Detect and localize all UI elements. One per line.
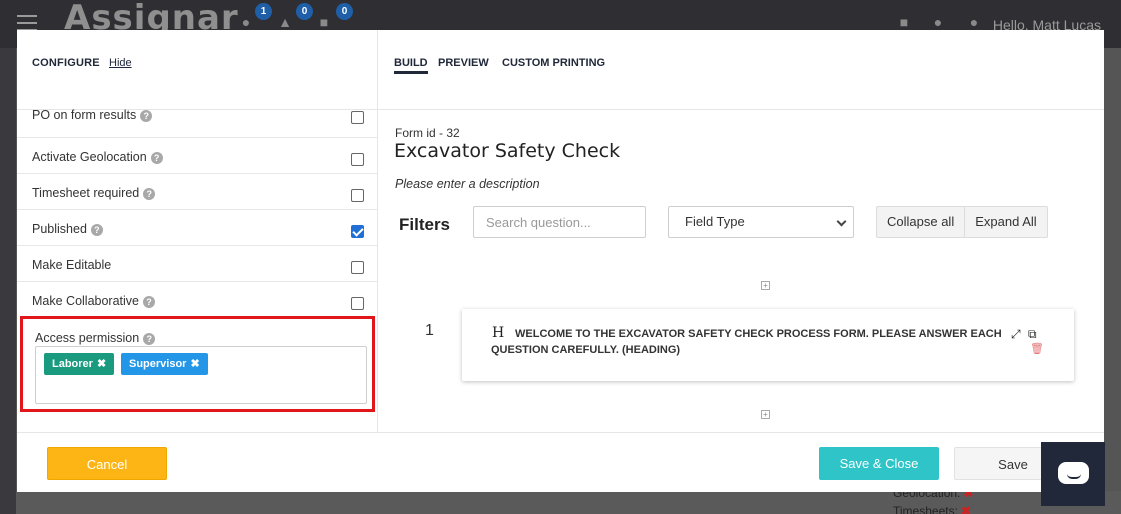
avatar-icon[interactable]: ●	[966, 14, 982, 30]
question-number: 1	[425, 322, 434, 339]
box-icon[interactable]: ▲	[277, 14, 293, 30]
notification-badge: 0	[336, 3, 353, 20]
setting-label: Make Editable	[32, 258, 112, 272]
collapse-all-button[interactable]: Collapse all	[877, 207, 964, 237]
help-icon[interactable]: ?	[90, 224, 103, 236]
help-icon[interactable]: ?	[143, 188, 156, 200]
geolocation-checkbox[interactable]	[351, 153, 364, 166]
setting-make-collaborative: Make Collaborative?	[17, 282, 378, 318]
bg-timesheets: Timesheets: ✖	[893, 504, 971, 514]
tag-supervisor: Supervisor ✖	[121, 353, 208, 375]
collapse-expand-group: Collapse all Expand All	[876, 206, 1048, 238]
access-permission-label: Access permission?	[35, 331, 156, 345]
form-description[interactable]: Please enter a description	[395, 177, 540, 191]
setting-activate-geolocation: Activate Geolocation?	[17, 138, 378, 174]
help-icon[interactable]: ?	[140, 110, 153, 122]
configure-title: CONFIGURE	[32, 57, 100, 69]
help-icon[interactable]: ?	[150, 152, 163, 164]
expand-icon[interactable]: ⤢	[1011, 327, 1021, 342]
setting-label: Make Collaborative?	[32, 294, 155, 308]
configure-header: CONFIGURE Hide	[17, 30, 377, 110]
form-title[interactable]: Excavator Safety Check	[394, 140, 620, 162]
expand-all-button[interactable]: Expand All	[964, 207, 1046, 237]
setting-published: Published?	[17, 210, 378, 246]
tag-laborer: Laborer ✖	[44, 353, 115, 375]
search-question-input[interactable]	[473, 206, 646, 238]
notification-badge: 1	[255, 3, 272, 20]
editable-checkbox[interactable]	[351, 261, 364, 274]
cancel-button[interactable]: Cancel	[47, 447, 167, 480]
setting-label: Published?	[32, 222, 103, 236]
builder-header: BUILD PREVIEW CUSTOM PRINTING	[378, 30, 1104, 110]
setting-po-on-form-results: PO on form results?	[17, 102, 378, 138]
hide-link[interactable]: Hide	[109, 57, 132, 69]
help-icon[interactable]: ?	[143, 296, 155, 308]
remove-tag-icon[interactable]: ✖	[190, 358, 199, 370]
setting-label: PO on form results?	[32, 108, 153, 122]
help-icon[interactable]: ?	[143, 333, 156, 345]
tab-build[interactable]: BUILD	[394, 57, 428, 74]
notification-badge: 0	[296, 3, 313, 20]
app-sidebar	[0, 48, 16, 514]
po-checkbox[interactable]	[351, 111, 364, 124]
question-text: WELCOME TO THE EXCAVATOR SAFETY CHECK PR…	[491, 328, 1002, 356]
menu-icon[interactable]	[17, 15, 37, 31]
question-card[interactable]: H WELCOME TO THE EXCAVATOR SAFETY CHECK …	[462, 309, 1074, 381]
setting-timesheet-required: Timesheet required?	[17, 174, 378, 210]
bell-icon[interactable]: ●	[930, 14, 946, 30]
add-question-icon[interactable]: +	[761, 281, 770, 290]
modal-footer: Cancel Save & Close Save	[17, 432, 1104, 492]
published-checkbox[interactable]	[351, 225, 364, 238]
chevron-down-icon	[836, 216, 847, 227]
form-builder-modal: CONFIGURE Hide PO on form results? Activ…	[17, 30, 1104, 492]
configure-panel: CONFIGURE Hide PO on form results? Activ…	[17, 30, 378, 432]
access-permission-highlight: Access permission? Laborer ✖ Supervisor ✖	[20, 316, 375, 412]
timesheet-checkbox[interactable]	[351, 189, 364, 202]
briefcase-icon[interactable]: ■	[316, 14, 332, 30]
setting-label: Activate Geolocation?	[32, 150, 163, 164]
trash-icon[interactable]: 🗑	[1030, 342, 1044, 355]
form-id: Form id - 32	[395, 126, 460, 140]
tab-custom-printing[interactable]: CUSTOM PRINTING	[502, 57, 605, 69]
user-icon[interactable]: ●	[238, 14, 254, 30]
add-question-icon[interactable]: +	[761, 410, 770, 419]
chat-icon[interactable]: ■	[896, 14, 912, 30]
field-type-select[interactable]: Field Type	[668, 206, 854, 238]
remove-tag-icon[interactable]: ✖	[97, 358, 106, 370]
copy-icon[interactable]: ⧉	[1028, 327, 1037, 342]
setting-make-editable: Make Editable	[17, 246, 378, 282]
chat-widget-button[interactable]	[1041, 442, 1105, 506]
access-permission-select[interactable]: Laborer ✖ Supervisor ✖	[35, 346, 367, 404]
save-close-button[interactable]: Save & Close	[819, 447, 939, 480]
filters-label: Filters	[399, 215, 451, 234]
collaborative-checkbox[interactable]	[351, 297, 364, 310]
setting-label: Timesheet required?	[32, 186, 156, 200]
chat-bubble-icon	[1058, 462, 1089, 484]
tab-preview[interactable]: PREVIEW	[438, 57, 489, 69]
